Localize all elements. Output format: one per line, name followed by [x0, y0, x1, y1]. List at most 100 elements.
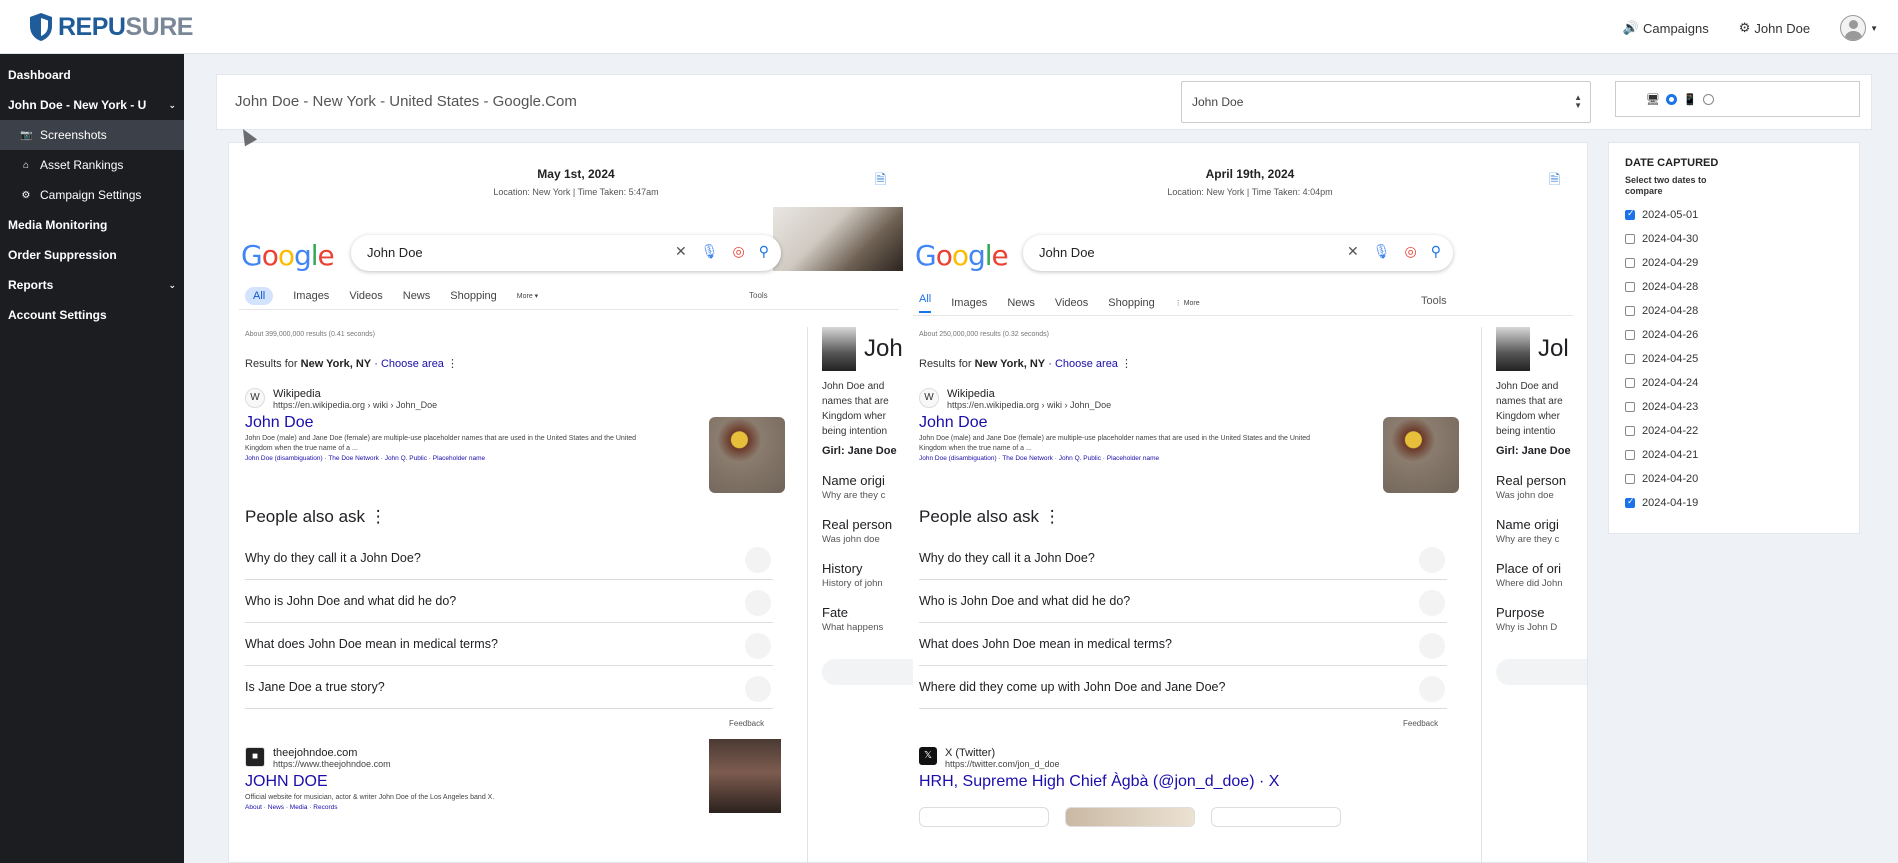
- tab-shopping: Shopping: [450, 290, 497, 302]
- speaker-icon: 🔊: [1622, 20, 1639, 35]
- document-icon[interactable]: 🗎: [875, 169, 886, 193]
- document-icon[interactable]: 🗎: [1549, 169, 1560, 193]
- date-checkbox[interactable]: [1625, 354, 1635, 364]
- result-list: Results for New York, NY · Choose area ⋮…: [919, 357, 1459, 493]
- date-option[interactable]: 2024-04-20: [1625, 467, 1843, 491]
- date-option[interactable]: 2024-04-22: [1625, 419, 1843, 443]
- result-source: W Wikipedia https://en.wikipedia.org › w…: [245, 388, 765, 410]
- result-thumbnail: [709, 739, 781, 813]
- date-list: 2024-05-01 2024-04-30 2024-04-29 2024-04-28…: [1625, 203, 1843, 515]
- date-checkbox[interactable]: [1625, 208, 1635, 220]
- date-option[interactable]: 2024-04-25: [1625, 347, 1843, 371]
- mobile-icon: 📱: [1682, 93, 1697, 106]
- date-option[interactable]: 2024-05-01: [1625, 203, 1843, 227]
- sidebar-item-account-settings[interactable]: Account Settings: [0, 300, 184, 330]
- date-option[interactable]: 2024-04-30: [1625, 227, 1843, 251]
- paa-item: What does John Doe mean in medical terms…: [919, 623, 1447, 666]
- wikipedia-icon: W: [245, 388, 265, 408]
- keyword-select[interactable]: John Doe ▲ ▼: [1181, 81, 1591, 123]
- search-tabs: All Images Videos News Shopping More ▾: [245, 287, 538, 305]
- date-label: 2024-04-23: [1642, 401, 1699, 413]
- search-box[interactable]: John Doe ✕ 🎙 ◎ ⚲: [351, 235, 781, 271]
- date-checkbox[interactable]: [1625, 426, 1635, 436]
- user-menu[interactable]: ⚙ John Doe: [1739, 20, 1810, 36]
- kp-girl: Girl: Jane Doe: [822, 445, 897, 457]
- date-checkbox[interactable]: [1625, 306, 1635, 316]
- date-option[interactable]: 2024-04-28: [1625, 275, 1843, 299]
- people-also-ask-title: People also ask ⋮: [919, 507, 1061, 526]
- screenshot-right: April 19th, 2024 Location: New York | Ti…: [913, 159, 1587, 862]
- site-favicon-icon: ■: [245, 747, 265, 767]
- repusure-logo[interactable]: REPUSURE: [28, 12, 193, 42]
- date-option[interactable]: 2024-04-28: [1625, 299, 1843, 323]
- date-checkbox[interactable]: [1625, 496, 1635, 508]
- sidebar-item-reports[interactable]: Reports ⌄: [0, 270, 184, 300]
- date-checkbox[interactable]: [1625, 234, 1635, 244]
- result-thumbnail: [1383, 417, 1459, 493]
- brand-name: REPUSURE: [58, 12, 193, 41]
- sidebar-item-order-suppression[interactable]: Order Suppression: [0, 240, 184, 270]
- sidebar-item-campaign-settings[interactable]: ⚙ Campaign Settings: [0, 180, 184, 210]
- top-bar: REPUSURE 🔊 Campaigns ⚙ John Doe ▼: [0, 0, 1898, 54]
- google-doodle-logo: Google: [241, 239, 335, 272]
- result-title: HRH, Supreme High Chief Àgbà (@jon_d_doe…: [919, 773, 1280, 790]
- paa-item: Where did they come up with John Doe and…: [919, 666, 1447, 709]
- date-captured-subtitle: Select two dates to compare: [1625, 175, 1707, 196]
- date-label: 2024-04-22: [1642, 425, 1699, 437]
- sidebar-item-media-monitoring[interactable]: Media Monitoring: [0, 210, 184, 240]
- date-checkbox[interactable]: [1625, 450, 1635, 460]
- page-title: John Doe - New York - United States - Go…: [235, 93, 577, 110]
- sidebar-item-screenshots[interactable]: 📷 Screenshots: [0, 120, 184, 150]
- date-option[interactable]: 2024-04-23: [1625, 395, 1843, 419]
- date-checkbox[interactable]: [1625, 474, 1635, 484]
- date-checkbox[interactable]: [1625, 330, 1635, 340]
- sidebar-item-asset-rankings[interactable]: ⌂ Asset Rankings: [0, 150, 184, 180]
- date-option[interactable]: 2024-04-29: [1625, 251, 1843, 275]
- results-for: Results for New York, NY · Choose area ⋮: [919, 358, 1132, 370]
- tools-label: Tools: [749, 291, 768, 300]
- avatar: [1840, 15, 1867, 41]
- date-label: 2024-04-28: [1642, 305, 1699, 317]
- mobile-radio[interactable]: [1702, 93, 1714, 105]
- tab-all: All: [245, 287, 274, 305]
- date-option[interactable]: 2024-04-24: [1625, 371, 1843, 395]
- tab-more: ⋮ More: [1174, 300, 1200, 307]
- mic-icon: 🎙: [700, 243, 719, 259]
- avatar-menu[interactable]: ▼: [1840, 15, 1878, 41]
- date-checkbox[interactable]: [1625, 258, 1635, 268]
- home-icon: ⌂: [22, 159, 30, 171]
- gear-icon: ⚙: [1738, 20, 1751, 35]
- date-option[interactable]: 2024-04-19: [1625, 491, 1843, 515]
- screenshot-left: May 1st, 2024 Location: New York | Time …: [239, 159, 913, 862]
- sidebar-item-campaign[interactable]: John Doe - New York - U ⌄: [0, 90, 184, 120]
- sidebar-item-dashboard[interactable]: Dashboard: [0, 60, 184, 90]
- tab-images: Images: [951, 297, 988, 309]
- lens-icon: ◎: [732, 243, 745, 259]
- paa-item: Is Jane Doe a true story?: [245, 666, 773, 709]
- knowledge-panel: Jol John Doe and names that are Kingdom wh…: [1481, 327, 1587, 862]
- lens-icon: ◎: [1404, 243, 1417, 259]
- search-box[interactable]: John Doe ✕ 🎙 ◎ ⚲: [1023, 235, 1453, 271]
- date-checkbox[interactable]: [1625, 282, 1635, 292]
- desktop-radio[interactable]: [1665, 93, 1677, 105]
- tab-videos: Videos: [1054, 297, 1089, 309]
- date-option[interactable]: 2024-04-21: [1625, 443, 1843, 467]
- paa-item: Who is John Doe and what did he do?: [919, 580, 1447, 623]
- select-arrows-icon: ▲ ▼: [1574, 93, 1582, 110]
- date-option[interactable]: 2024-04-26: [1625, 323, 1843, 347]
- campaigns-link[interactable]: 🔊 Campaigns: [1623, 20, 1709, 36]
- clear-icon: ✕: [675, 243, 687, 259]
- tab-more: More ▾: [516, 293, 539, 300]
- tweet-cards: [919, 807, 1341, 827]
- google-logo: Google: [915, 239, 1009, 272]
- result-snippet: John Doe (male) and Jane Doe (female) ar…: [245, 435, 637, 452]
- date-label: 2024-04-29: [1642, 257, 1699, 269]
- results-for: Results for New York, NY · Choose area ⋮: [245, 358, 458, 370]
- knowledge-panel: Joh John Doe and names that are Kingdom wh…: [807, 327, 913, 862]
- date-checkbox[interactable]: [1625, 378, 1635, 388]
- result-title: JOHN DOE: [245, 773, 328, 790]
- desktop-icon: 🖥: [1646, 93, 1660, 106]
- tab-all: All: [919, 293, 932, 313]
- date-label: 2024-05-01: [1642, 209, 1699, 221]
- date-checkbox[interactable]: [1625, 402, 1635, 412]
